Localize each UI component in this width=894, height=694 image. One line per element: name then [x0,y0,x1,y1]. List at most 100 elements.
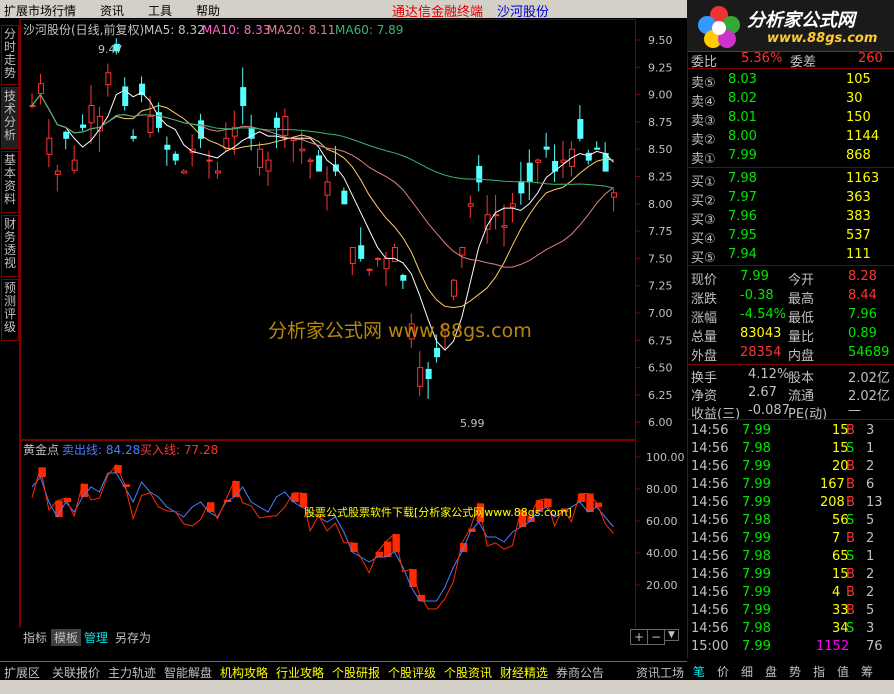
stat-value: 7.99 [740,269,769,284]
tab-save-as[interactable]: 另存为 [112,629,154,646]
stat-value: -0.38 [740,288,774,303]
side-tab-forecast[interactable]: 预测评级 [1,279,19,341]
rtab-chips[interactable]: 筹 [861,663,873,680]
tick-row: 14:56 7.99 208 B 13 [688,494,894,512]
tick-direction: S [846,513,855,528]
ask-level-label: 卖④ [691,95,716,110]
tick-price: 7.99 [742,567,771,582]
low-price-label: 5.99 [460,417,485,430]
tick-row: 14:56 7.99 7 B 2 [688,530,894,548]
rtab-index[interactable]: 指 [813,663,825,680]
tick-count: 5 [866,603,875,618]
bid-level-label: 买① [691,175,716,190]
ind-y-tick-label: 60.00 [646,515,678,528]
tick-time: 14:56 [691,603,729,618]
side-tab-label: 财务透视 [3,217,16,270]
rtab-book[interactable]: 盘 [765,663,777,680]
tick-price: 7.98 [742,441,771,456]
task-main-track[interactable]: 主力轨迹 [108,664,156,681]
bid-row: 买③ 7.96 383 [688,208,894,228]
candle-body [543,146,550,150]
candle-body [366,268,373,271]
side-tab-minute[interactable]: 分时走势 [1,25,19,85]
task-expand[interactable]: 扩展区 [4,664,40,681]
candle-body [147,115,154,134]
rtab-detail[interactable]: 细 [741,663,753,680]
candle-body [577,119,584,139]
stat-value: -0.087 [748,403,790,418]
ask-row: 卖② 8.00 1144 [688,128,894,148]
candle-body [307,159,314,162]
tab-manage[interactable]: 管理 [81,629,111,646]
task-industry[interactable]: 行业攻略 [276,664,324,681]
side-tab-basic[interactable]: 基本资料 [1,151,19,213]
task-info-workshop[interactable]: 资讯工场 [636,664,684,681]
rtab-price[interactable]: 价 [717,663,729,680]
tick-direction: B [846,567,855,582]
stat-row: 净资 2.67 流通 2.02亿 [688,384,894,404]
stat-row: 外盘 28354 内盘 54689 [688,344,894,364]
stat-value: — [848,403,861,418]
task-related-quote[interactable]: 关联报价 [52,664,100,681]
tick-direction: B [846,423,855,438]
task-stock-research[interactable]: 个股研报 [332,664,380,681]
kline-chart-area[interactable]: 9.50 9.25 9.00 8.75 8.50 8.25 8.00 7.75 7.50 7.25… [20,19,686,644]
candle-body [63,131,70,139]
zoom-in-button[interactable]: + [630,629,649,645]
tick-price: 7.98 [742,549,771,564]
menu-tools[interactable]: 工具 [148,2,172,19]
task-institution[interactable]: 机构攻略 [220,664,268,681]
tick-volume: 7 [832,531,841,546]
side-tab-label: 技术分析 [3,89,16,142]
side-tab-finance[interactable]: 财务透视 [1,215,19,277]
tick-time: 14:56 [691,549,729,564]
tick-count: 3 [866,621,875,636]
chart-stock-name: 沙河股份(日线,前复权) [23,22,144,37]
tick-direction: B [846,603,855,618]
ask-price: 8.00 [728,129,757,144]
candle-body [535,159,542,163]
kline-chart-svg[interactable]: 9.50 9.25 9.00 8.75 8.50 8.25 8.00 7.75 7.50 7.25… [20,19,686,644]
candle-body [164,144,171,150]
zoom-out-button[interactable]: − [647,629,666,645]
watermark: 分析家公式网 www.88gs.com [268,320,532,342]
task-smart-analysis[interactable]: 智能解盘 [164,664,212,681]
rtab-trades[interactable]: 笔 [693,663,705,680]
tick-row: 14:56 7.99 4 B 2 [688,584,894,602]
menu-help[interactable]: 帮助 [196,2,220,19]
tab-template[interactable]: 模板 [51,629,82,646]
stat-value: 8.28 [848,269,877,284]
ask-volume: 1144 [846,129,880,144]
candle-body [594,147,601,150]
task-stock-rating[interactable]: 个股评级 [388,664,436,681]
stat-label: 涨幅 [691,311,718,326]
y-tick-label: 6.75 [648,334,673,347]
rtab-trend[interactable]: 势 [789,663,801,680]
tick-direction: B [846,585,855,600]
bid-level-label: 买③ [691,213,716,228]
task-broker-notice[interactable]: 券商公告 [556,664,604,681]
tick-time: 14:56 [691,513,729,528]
tab-indicator[interactable]: 指标 [20,629,50,646]
tick-row: 14:56 7.99 20 B 2 [688,458,894,476]
side-tab-technical[interactable]: 技术分析 [1,87,19,149]
menu-news[interactable]: 资讯 [100,2,124,19]
bid-volume: 537 [846,228,871,243]
task-finance-picks[interactable]: 财经精选 [500,664,548,681]
candle-body [425,368,432,380]
status-bar [0,680,894,694]
scroll-down-button[interactable]: ▼ [664,629,679,641]
rtab-value[interactable]: 值 [837,663,849,680]
tick-time: 14:56 [691,441,729,456]
ask-level-label: 卖② [691,133,716,148]
order-ratio-row: 委比 5.36% 委差 260 [688,50,894,70]
tick-time: 14:56 [691,495,729,510]
candle-body [265,159,272,172]
candle-body [434,347,441,358]
tick-count: 6 [866,477,875,492]
task-stock-news[interactable]: 个股资讯 [444,664,492,681]
tick-count: 2 [866,531,875,546]
menu-market[interactable]: 扩展市场行情 [4,2,76,19]
ask-level-label: 卖③ [691,114,716,129]
candle-body [324,181,331,196]
